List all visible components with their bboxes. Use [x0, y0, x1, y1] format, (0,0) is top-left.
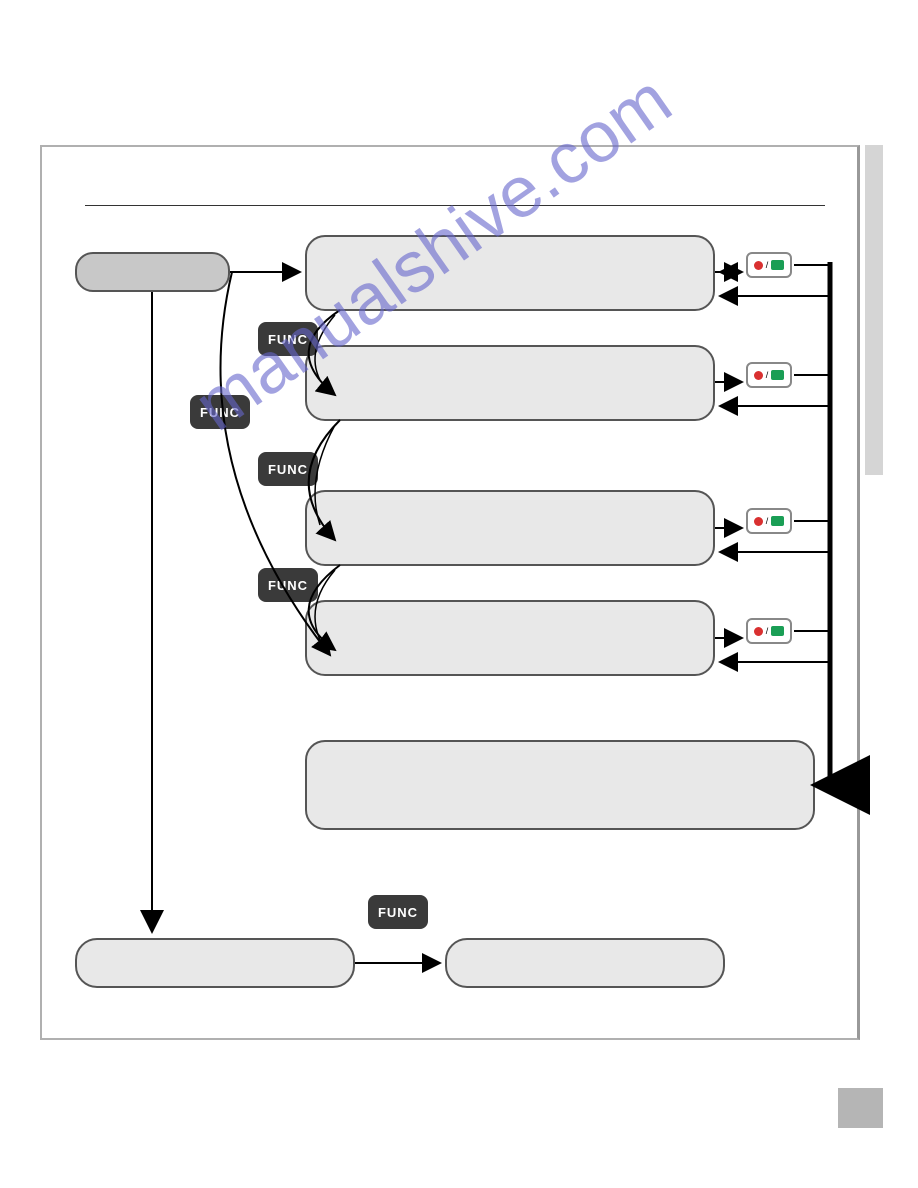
play-icon	[771, 260, 784, 270]
record-icon	[754, 517, 763, 526]
record-icon	[754, 371, 763, 380]
mode-node-4	[305, 600, 715, 676]
mode-node-3	[305, 490, 715, 566]
side-tab	[865, 145, 883, 475]
slash: /	[766, 260, 769, 270]
func-button: FUNC	[368, 895, 428, 929]
page-number-tab	[838, 1088, 883, 1128]
result-node	[305, 740, 815, 830]
slash: /	[766, 370, 769, 380]
play-icon	[771, 516, 784, 526]
func-button: FUNC	[190, 395, 250, 429]
mode-node-2	[305, 345, 715, 421]
play-icon	[771, 626, 784, 636]
record-play-button: /	[746, 508, 792, 534]
slash: /	[766, 626, 769, 636]
record-icon	[754, 261, 763, 270]
func-button: FUNC	[258, 568, 318, 602]
play-icon	[771, 370, 784, 380]
record-play-button: /	[746, 252, 792, 278]
horizontal-rule	[85, 205, 825, 206]
slash: /	[766, 516, 769, 526]
record-play-button: /	[746, 362, 792, 388]
bottom-left-node	[75, 938, 355, 988]
start-node	[75, 252, 230, 292]
func-button: FUNC	[258, 322, 318, 356]
func-button: FUNC	[258, 452, 318, 486]
bottom-right-node	[445, 938, 725, 988]
mode-node-1	[305, 235, 715, 311]
record-play-button: /	[746, 618, 792, 644]
record-icon	[754, 627, 763, 636]
